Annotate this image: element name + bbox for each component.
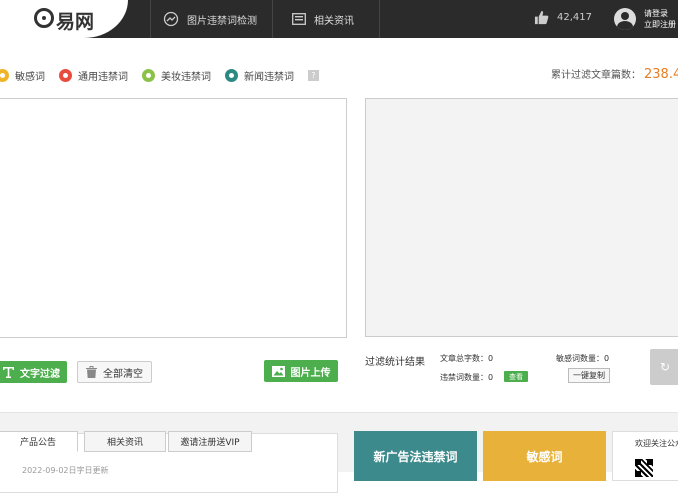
avatar-icon	[614, 8, 636, 30]
banned-count: 违禁词数量：0	[440, 373, 494, 382]
nav-news-label: 相关资讯	[314, 15, 354, 27]
register-link[interactable]: 立即注册	[644, 19, 676, 30]
thumbs-up-icon	[534, 10, 549, 25]
radio-dot-icon	[0, 69, 9, 82]
tab-related-news[interactable]: 相关资讯	[84, 431, 166, 452]
category-sensitive[interactable]: 敏感词	[0, 68, 45, 83]
total-chars: 文章总字数：0	[440, 354, 494, 363]
news-icon	[292, 13, 306, 25]
clear-all-button[interactable]: 全部清空	[77, 361, 152, 383]
clear-all-label: 全部清空	[103, 368, 143, 380]
top-navbar: 易网 图片违禁词检测 相关资讯 42,417 请登录 立即注册	[0, 0, 678, 38]
logo-mark-icon	[34, 8, 54, 28]
news-item[interactable]: 2022-09-02日字日更新	[22, 465, 109, 476]
image-upload-button[interactable]: 图片上传	[264, 360, 338, 382]
total-filtered: 累计过滤文章篇数：238.49	[551, 66, 678, 82]
text-filter-button[interactable]: 文字过滤	[0, 361, 67, 383]
logo[interactable]: 易网	[0, 0, 128, 38]
stats-title: 过滤统计结果	[365, 357, 425, 368]
radio-dot-icon	[59, 69, 72, 82]
card-new-ad-law[interactable]: 新广告法违禁词	[354, 431, 477, 481]
category-label: 敏感词	[15, 72, 45, 83]
radio-dot-icon	[142, 69, 155, 82]
nav-image-detect-label: 图片违禁词检测	[187, 15, 257, 27]
text-t-icon	[3, 366, 14, 378]
sensitive-count: 敏感词数量：0	[556, 354, 610, 363]
like-count: 42,417	[557, 12, 592, 23]
radio-dot-icon	[225, 69, 238, 82]
total-count: 238.49	[644, 67, 678, 82]
category-news[interactable]: 新闻违禁词	[225, 68, 294, 83]
total-label: 累计过滤文章篇数：	[551, 70, 641, 81]
logo-text: 易网	[56, 11, 95, 33]
image-scan-icon	[163, 11, 179, 27]
user-login[interactable]: 请登录 立即注册	[614, 8, 676, 30]
nav-news[interactable]: 相关资讯	[292, 0, 354, 38]
category-label: 通用违禁词	[78, 72, 128, 83]
copy-button[interactable]: 一键复制	[568, 368, 610, 383]
category-general[interactable]: 通用违禁词	[59, 68, 128, 83]
text-filter-label: 文字过滤	[20, 368, 60, 380]
nav-divider	[272, 0, 273, 38]
category-label: 新闻违禁词	[244, 72, 294, 83]
category-cosmetics[interactable]: 美妆违禁词	[142, 68, 211, 83]
nav-divider	[379, 0, 380, 38]
like-counter[interactable]: 42,417	[534, 10, 592, 25]
image-icon	[271, 365, 285, 377]
tab-invite-vip[interactable]: 邀请注册送VIP	[168, 431, 252, 452]
result-text-area	[365, 98, 678, 337]
image-upload-label: 图片上传	[290, 367, 331, 379]
input-text-area[interactable]	[0, 98, 347, 338]
card-sensitive[interactable]: 敏感词	[483, 431, 606, 481]
refresh-icon: ↻	[660, 360, 671, 374]
help-icon[interactable]: ?	[308, 70, 319, 81]
follow-text: 欢迎关注公众号	[635, 439, 678, 448]
nav-divider	[150, 0, 151, 38]
refresh-button[interactable]: ↻	[650, 349, 678, 385]
follow-panel: 欢迎关注公众号	[612, 431, 678, 481]
nav-image-detect[interactable]: 图片违禁词检测	[163, 0, 257, 38]
category-label: 美妆违禁词	[161, 72, 211, 83]
view-banned-button[interactable]: 查看	[504, 371, 528, 382]
category-options: 敏感词 通用违禁词 美妆违禁词 新闻违禁词 ?	[0, 68, 319, 83]
trash-icon	[86, 366, 97, 378]
tab-product-notice[interactable]: 产品公告	[0, 431, 78, 452]
login-link[interactable]: 请登录	[644, 8, 676, 19]
qr-code-icon	[635, 459, 653, 477]
